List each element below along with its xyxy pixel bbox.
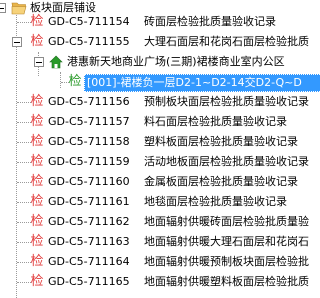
record-icon: 检 xyxy=(30,214,44,229)
tree-node-record[interactable]: 检 GD-C5-711160 金属板面层检验批质量验收记录 xyxy=(0,172,320,192)
project-label: 港惠新天地商业广场(三期)裙楼商业室内公区 xyxy=(67,55,285,68)
tree-node-record[interactable]: 检 GD-C5-711163 地面辐射供暖大理石面层和花岗石 xyxy=(0,232,320,252)
tree-guide-line xyxy=(17,222,31,223)
record-icon: 检 xyxy=(30,114,44,129)
record-code: GD-C5-711164 xyxy=(48,255,130,268)
record-icon: 检 xyxy=(30,154,44,169)
tree-guide-line xyxy=(17,162,31,163)
tree-guide-line xyxy=(17,202,31,203)
record-code: GD-C5-711157 xyxy=(48,115,130,128)
record-code: GD-C5-711155 xyxy=(48,35,130,48)
tree-node-record[interactable]: 检 GD-C5-711165 地面辐射供暖塑料板面层检验批质 xyxy=(0,272,320,292)
record-code: GD-C5-711154 xyxy=(48,15,130,28)
tree-guide-line xyxy=(17,262,31,263)
tree-node-record[interactable]: 检 GD-C5-711161 地毯面层检验批质量验收记录 xyxy=(0,192,320,212)
record-code: GD-C5-711163 xyxy=(48,235,130,248)
tree-guide-line xyxy=(17,122,31,123)
tree-node-record[interactable]: 检 GD-C5-711162 地面辐射供暖砖面层检验批质量验 xyxy=(0,212,320,232)
collapse-toggle[interactable] xyxy=(34,57,44,67)
tree-node-selected[interactable]: 检 [001]-裙楼负一层D2-1~D2-14交D2-Q~D xyxy=(0,72,320,92)
house-icon xyxy=(49,55,63,69)
record-title: 大理石面层和花岗石面层检验批质 xyxy=(144,35,309,48)
tree-guide-line xyxy=(17,282,31,283)
record-icon: 检 xyxy=(30,274,44,289)
tree-guide-line xyxy=(17,242,31,243)
record-code: GD-C5-711156 xyxy=(48,95,130,108)
record-title: 金属板面层检验批质量验收记录 xyxy=(144,175,298,188)
record-icon: 检 xyxy=(30,34,44,49)
record-code: GD-C5-711158 xyxy=(48,135,130,148)
record-code: GD-C5-711160 xyxy=(48,175,130,188)
tree-guide-line xyxy=(17,142,31,143)
record-icon: 检 xyxy=(30,14,44,29)
record-icon: 检 xyxy=(30,254,44,269)
collapse-toggle[interactable] xyxy=(12,37,22,47)
record-icon: 检 xyxy=(68,74,82,89)
tree-node-record[interactable]: 检 GD-C5-711157 料石面层检验批质量验收记录 xyxy=(0,112,320,132)
record-title: 料石面层检验批质量验收记录 xyxy=(144,115,287,128)
tree-guide-line xyxy=(17,22,31,23)
record-title: 地面辐射供暖大理石面层和花岗石 xyxy=(144,235,309,248)
record-icon: 检 xyxy=(30,134,44,149)
selected-record-label: [001]-裙楼负一层D2-1~D2-14交D2-Q~D xyxy=(84,74,320,92)
record-icon: 检 xyxy=(30,234,44,249)
record-title: 地毯面层检验批质量验收记录 xyxy=(144,195,287,208)
tree-node-record[interactable]: 检 GD-C5-711156 预制板块面层检验批质量验收记录 xyxy=(0,92,320,112)
record-icon: 检 xyxy=(30,174,44,189)
tree-node-record[interactable]: 检 GD-C5-711154 砖面层检验批质量验收记录 xyxy=(0,12,320,32)
record-title: 预制板块面层检验批质量验收记录 xyxy=(144,95,309,108)
tree-node-record[interactable]: 检 GD-C5-711158 塑料板面层检验批质量验收记录 xyxy=(0,132,320,152)
tree-node-project[interactable]: 港惠新天地商业广场(三期)裙楼商业室内公区 xyxy=(0,52,320,72)
record-title: 活动地板面层检验批质量验收记录 xyxy=(144,155,309,168)
record-code: GD-C5-711162 xyxy=(48,215,130,228)
record-code: GD-C5-711159 xyxy=(48,155,130,168)
record-title: 地面辐射供暖塑料板面层检验批质 xyxy=(144,275,309,288)
tree-node-record[interactable]: 检 GD-C5-711159 活动地板面层检验批质量验收记录 xyxy=(0,152,320,172)
tree-guide-line xyxy=(17,182,31,183)
record-title: 地面辐射供暖砖面层检验批质量验 xyxy=(144,215,309,228)
record-icon: 检 xyxy=(30,94,44,109)
tree-node-record[interactable]: 检 GD-C5-711155 大理石面层和花岗石面层检验批质 xyxy=(0,32,320,52)
tree-node-record[interactable]: 检 GD-C5-711164 地面辐射供暖预制板块面层检验批 xyxy=(0,252,320,272)
tree-guide-line xyxy=(17,102,31,103)
record-code: GD-C5-711165 xyxy=(48,275,130,288)
record-title: 地面辐射供暖预制板块面层检验批 xyxy=(144,255,309,268)
record-title: 塑料板面层检验批质量验收记录 xyxy=(144,135,298,148)
record-code: GD-C5-711161 xyxy=(48,195,130,208)
tree-view: 板块面层铺设 检 GD-C5-711154 砖面层检验批质量验收记录 检 GD-… xyxy=(0,0,320,298)
record-title: 砖面层检验批质量验收记录 xyxy=(144,15,276,28)
record-icon: 检 xyxy=(30,194,44,209)
